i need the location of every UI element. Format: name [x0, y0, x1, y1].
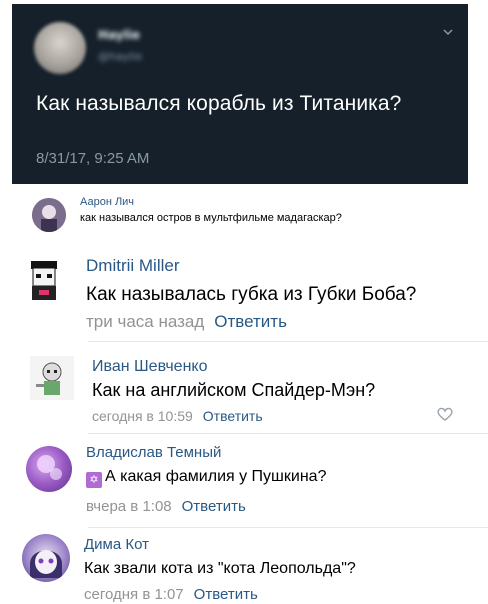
tweet-card: Haylie @haylie Как назывался корабль из … [12, 4, 468, 184]
divider [88, 341, 488, 342]
heart-icon[interactable] [436, 406, 454, 422]
comment-author[interactable]: Dmitrii Miller [86, 256, 179, 276]
comment-text: Как на английском Спайдер-Мэн? [92, 380, 376, 400]
reply-button[interactable]: Ответить [203, 408, 263, 424]
comment-author[interactable]: Дима Кот [84, 536, 149, 553]
comment-time: сегодня в 1:07 [84, 586, 184, 603]
tweet-date: 8/31/17, 9:25 AM [36, 150, 150, 167]
divider [88, 527, 488, 528]
tweet-author-handle[interactable]: @haylie [98, 50, 142, 63]
comment-time: сегодня в 10:59 [92, 408, 193, 424]
reply-button[interactable]: Ответить [194, 586, 258, 603]
comment-item: Аарон Лич как назывался остров в мультфи… [0, 192, 488, 242]
comment-text: Как звали кота из "кота Леопольда"? [84, 560, 356, 577]
comment-time: три часа назад [86, 312, 205, 331]
comment-author[interactable]: Владислав Темный [86, 444, 221, 461]
comment-meta: три часа назад Ответить [86, 312, 287, 332]
avatar[interactable] [22, 258, 66, 302]
reply-button[interactable]: Ответить [214, 312, 287, 331]
comment-meta: сегодня в 1:07 Ответить [84, 586, 258, 603]
avatar[interactable] [30, 356, 74, 400]
comment-time: вчера в 1:08 [86, 498, 172, 515]
comment-text-body: А какая фамилия у Пушкина? [105, 468, 327, 485]
comment-item: Иван Шевченко Как на английском Спайдер-… [0, 352, 488, 434]
comment-item: Dmitrii Miller Как называлась губка из Г… [0, 250, 488, 342]
comment-author[interactable]: Аарон Лич [80, 196, 134, 208]
tweet-avatar[interactable] [34, 22, 86, 74]
avatar[interactable] [22, 534, 70, 582]
avatar[interactable] [32, 198, 66, 232]
star-of-david-icon: ✡ [86, 472, 102, 488]
comment-text: ✡ А какая фамилия у Пушкина? [86, 468, 326, 488]
comment-text: Как называлась губка из Губки Боба? [86, 284, 417, 305]
divider [88, 433, 488, 434]
tweet-text: Как назывался корабль из Титаника? [36, 92, 402, 115]
avatar[interactable] [26, 446, 72, 492]
comment-text: как назывался остров в мультфильме мадаг… [80, 212, 342, 224]
comment-meta: вчера в 1:08 Ответить [86, 498, 246, 515]
tweet-author-name[interactable]: Haylie [98, 28, 140, 42]
comment-item: Владислав Темный ✡ А какая фамилия у Пушк… [0, 440, 488, 528]
chevron-down-icon[interactable] [442, 26, 454, 38]
reply-button[interactable]: Ответить [182, 498, 246, 515]
comment-meta: сегодня в 10:59 Ответить [92, 408, 263, 424]
comment-item: Дима Кот Как звали кота из "кота Леополь… [0, 532, 488, 604]
comment-author[interactable]: Иван Шевченко [92, 358, 208, 376]
